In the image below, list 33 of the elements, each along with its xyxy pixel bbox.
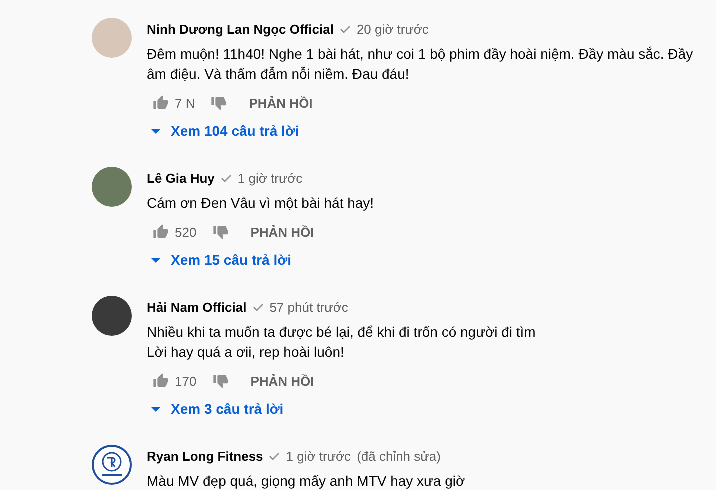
comment-time[interactable]: 1 giờ trước (286, 448, 352, 464)
reply-button[interactable]: PHẢN HỒI (242, 218, 322, 246)
thumbs-down-icon[interactable] (211, 95, 228, 111)
author-name[interactable]: Lê Gia Huy (147, 170, 215, 186)
view-replies-link[interactable]: Xem 3 câu trả lời (147, 397, 284, 421)
caret-icon (151, 128, 161, 134)
comment-text: Cám ơn Đen Vâu vì một bài hát hay! (147, 194, 376, 213)
comment-text: Nhiều khi ta muốn ta được bé lại, để khi đi trốn có người đi tìm Lời hay quá a ơii, rep hoài luôn! (147, 323, 537, 362)
like-count: 170 (175, 374, 197, 388)
like-count: 520 (175, 224, 197, 240)
comment-time[interactable]: 57 phút trước (270, 300, 348, 314)
view-replies-link[interactable]: Xem 104 câu trả lời (147, 119, 300, 143)
thumbs-up-icon[interactable] (153, 95, 169, 111)
thumbs-down-icon[interactable] (212, 224, 229, 240)
comment-time[interactable]: 20 giờ trước (356, 22, 429, 36)
author-name[interactable]: Hải Nam Official (147, 300, 247, 314)
view-replies-link[interactable]: Xem 15 câu trả lời (147, 248, 292, 272)
comment-time[interactable]: 1 giờ trước (238, 170, 303, 186)
comment-text: Màu MV đẹp quá, giọng mấy anh MTV hay xưa giờ (147, 472, 466, 490)
author-name[interactable]: Ninh Dương Lan Ngọc Official (147, 22, 334, 36)
reply-button[interactable]: PHẢN HỒI (241, 90, 321, 116)
author-name[interactable]: Ryan Long Fitness (147, 448, 264, 464)
comment-text: Đêm muộn! 11h40! Nghe 1 bài hát, như coi 1 bộ phim đầy hoài niệm. Đầy màu sắc. Đầy âm điệu. Và thấm đẫm nỗi niềm. Đau đáu! (147, 45, 694, 84)
thumbs-up-icon[interactable] (153, 224, 169, 240)
reply-button[interactable]: PHẢN HỒI (242, 368, 322, 394)
logo-avatar-icon[interactable] (92, 445, 132, 485)
like-count: 7 N (175, 96, 196, 110)
thumbs-down-icon[interactable] (212, 373, 229, 389)
caret-icon (151, 406, 161, 412)
thumbs-up-icon[interactable] (153, 373, 169, 389)
caret-icon (151, 258, 161, 262)
edited-label: (đã chỉnh sửa) (357, 448, 441, 464)
avatar-photo-placeholder[interactable] (92, 296, 132, 336)
